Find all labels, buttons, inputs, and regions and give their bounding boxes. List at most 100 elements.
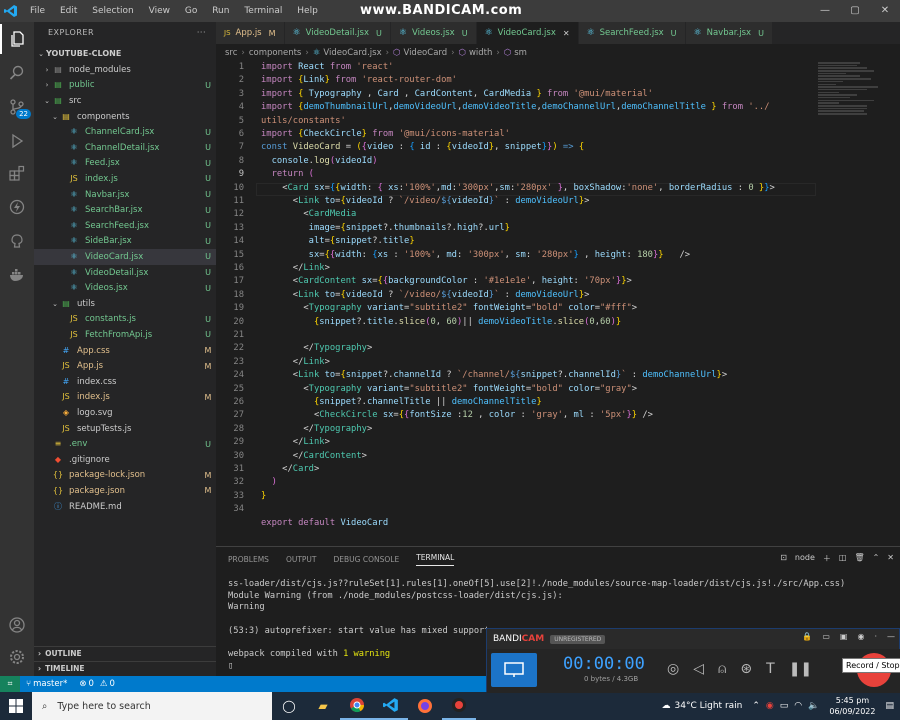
extensions-icon[interactable] — [0, 158, 34, 188]
menu-file[interactable]: File — [30, 6, 45, 16]
docker-icon[interactable] — [0, 260, 34, 290]
tree-file[interactable]: ⚛ SearchBar.jsx U — [34, 202, 216, 218]
menu-terminal[interactable]: Terminal — [244, 6, 282, 16]
volume-icon[interactable]: 🔈 — [808, 701, 819, 711]
outline-section[interactable]: › OUTLINE — [34, 646, 216, 660]
split-terminal-icon[interactable]: ◫ — [839, 553, 847, 564]
menu-help[interactable]: Help — [297, 6, 318, 16]
account-icon[interactable] — [0, 610, 34, 640]
tab-file[interactable]: ⚛ VideoDetail.jsx U — [284, 22, 391, 44]
tab-file[interactable]: ⚛ SearchFeed.jsx U — [578, 22, 686, 44]
microphone-icon[interactable]: ⍝ — [718, 661, 726, 677]
tree-file[interactable]: JS index.js U — [34, 171, 216, 187]
chrome-icon[interactable] — [340, 692, 374, 720]
tree-folder[interactable]: ⌄ ▤ components — [34, 109, 216, 125]
tree-folder[interactable]: › ▤ node_modules — [34, 62, 216, 78]
tab-file[interactable]: JS App.js M — [216, 22, 285, 44]
tab-file[interactable]: ⚛ Videos.jsx U — [390, 22, 477, 44]
more-icon[interactable]: · — [874, 632, 877, 641]
mouse-icon[interactable]: ⊛ — [740, 661, 752, 677]
battery-icon[interactable]: ▭ — [780, 701, 789, 711]
warning-status-count[interactable]: 0 — [110, 679, 115, 689]
notification-icon[interactable]: ▤ — [885, 701, 894, 711]
more-actions-icon[interactable]: ··· — [197, 22, 206, 44]
remote-indicator-icon[interactable]: ⌗ — [0, 676, 20, 692]
tree-file[interactable]: ⚛ ChannelDetail.jsx U — [34, 140, 216, 156]
tree-file[interactable]: JS FetchFromApi.js U — [34, 327, 216, 343]
tree-folder[interactable]: ⌄ ▤ src — [34, 93, 216, 109]
code-editor[interactable]: 1 import React from 'react' 2 import {Link}… — [216, 62, 900, 546]
windows-start-icon[interactable] — [0, 692, 32, 720]
tree-file[interactable]: ⚛ SideBar.jsx U — [34, 234, 216, 250]
tab-file[interactable]: ⚛ VideoCard.jsx ✕ — [476, 22, 579, 44]
search-icon[interactable] — [0, 58, 34, 88]
task-view-icon[interactable]: ◯ — [272, 692, 306, 720]
tree-file[interactable]: JS setupTests.js — [34, 421, 216, 437]
screen-mode-icon[interactable] — [491, 653, 537, 687]
explorer-icon[interactable] — [0, 24, 34, 54]
error-count[interactable]: 0 — [88, 679, 93, 689]
tab-file[interactable]: ⚛ Navbar.jsx U — [685, 22, 773, 44]
breadcrumb-width[interactable]: width — [469, 48, 492, 58]
maximize-button[interactable]: ▢ — [840, 0, 870, 22]
tree-folder[interactable]: › ▤ public U — [34, 78, 216, 94]
chevron-up-icon[interactable]: ⌃ — [873, 553, 880, 564]
timeline-section[interactable]: › TIMELINE — [34, 661, 216, 675]
breadcrumb-file[interactable]: VideoCard.jsx — [323, 48, 381, 58]
close-tab-icon[interactable]: ✕ — [563, 29, 570, 38]
clock[interactable]: 5:45 pm 06/09/2022 — [829, 695, 875, 717]
tree-file[interactable]: ◆ .gitignore — [34, 452, 216, 468]
taskbar-search-box[interactable]: ⌕ Type here to search — [32, 692, 272, 720]
breadcrumb-sm[interactable]: sm — [514, 48, 527, 58]
menu-view[interactable]: View — [149, 6, 170, 16]
menu-selection[interactable]: Selection — [92, 6, 133, 16]
close-panel-icon[interactable]: ✕ — [887, 553, 894, 564]
settings-gear-icon[interactable] — [0, 642, 34, 672]
minimize-recorder-icon[interactable]: — — [887, 632, 895, 641]
workspace-root[interactable]: ⌄ YOUTUBE-CLONE — [34, 46, 216, 62]
tree-file[interactable]: {} package.json M — [34, 483, 216, 499]
bandicam-tray-icon[interactable]: ◉ — [766, 701, 774, 711]
menu-go[interactable]: Go — [185, 6, 197, 16]
bandicam-taskbar-icon[interactable] — [442, 692, 476, 720]
speaker-icon[interactable]: ◁ — [693, 661, 704, 677]
network-icon[interactable]: ◠ — [794, 701, 802, 711]
tab-output[interactable]: OUTPUT — [286, 555, 317, 564]
tree-file[interactable]: ⚛ VideoCard.jsx U — [34, 249, 216, 265]
tree-file[interactable]: ⚛ ChannelCard.jsx U — [34, 124, 216, 140]
tree-file[interactable]: ⚛ VideoDetail.jsx U — [34, 265, 216, 281]
tree-folder[interactable]: ⌄ ▤ utils — [34, 296, 216, 312]
breadcrumb-symbol[interactable]: VideoCard — [403, 48, 447, 58]
minimap[interactable] — [818, 62, 888, 122]
vscode-taskbar-icon[interactable] — [374, 692, 408, 720]
menu-edit[interactable]: Edit — [60, 6, 77, 16]
source-control-icon[interactable]: 22 — [0, 92, 34, 122]
weather-text[interactable]: 34°C Light rain — [675, 701, 743, 711]
tree-file[interactable]: ⚛ Navbar.jsx U — [34, 187, 216, 203]
tree-file[interactable]: ⓘ README.md — [34, 499, 216, 515]
tree-file[interactable]: ◈ logo.svg — [34, 405, 216, 421]
tab-problems[interactable]: PROBLEMS — [228, 555, 269, 564]
firefox-icon[interactable] — [408, 692, 442, 720]
tray-chevron-icon[interactable]: ⌃ — [752, 701, 760, 711]
breadcrumb-components[interactable]: components — [249, 48, 302, 58]
minimize-button[interactable]: — — [810, 0, 840, 22]
tree-file[interactable]: {} package-lock.json M — [34, 468, 216, 484]
tree-file[interactable]: ⚛ SearchFeed.jsx U — [34, 218, 216, 234]
run-debug-icon[interactable] — [0, 126, 34, 156]
text-overlay-icon[interactable]: T — [766, 661, 775, 677]
file-explorer-icon[interactable]: ▰ — [306, 692, 340, 720]
github-icon[interactable] — [0, 226, 34, 256]
menu-run[interactable]: Run — [212, 6, 229, 16]
lock-icon[interactable]: 🔒 — [802, 632, 812, 641]
tab-terminal[interactable]: TERMINAL — [416, 553, 455, 566]
tree-file[interactable]: ⚛ Videos.jsx U — [34, 280, 216, 296]
tree-file[interactable]: JS index.js M — [34, 390, 216, 406]
tab-debug-console[interactable]: DEBUG CONSOLE — [334, 555, 400, 564]
pause-icon[interactable]: ❚❚ — [789, 661, 812, 677]
tree-file[interactable]: ≡ .env U — [34, 436, 216, 452]
tree-file[interactable]: JS constants.js U — [34, 312, 216, 328]
tree-file[interactable]: # App.css M — [34, 343, 216, 359]
webcam-icon[interactable]: ◎ — [667, 661, 679, 677]
trash-icon[interactable]: 🗑 — [854, 553, 864, 564]
